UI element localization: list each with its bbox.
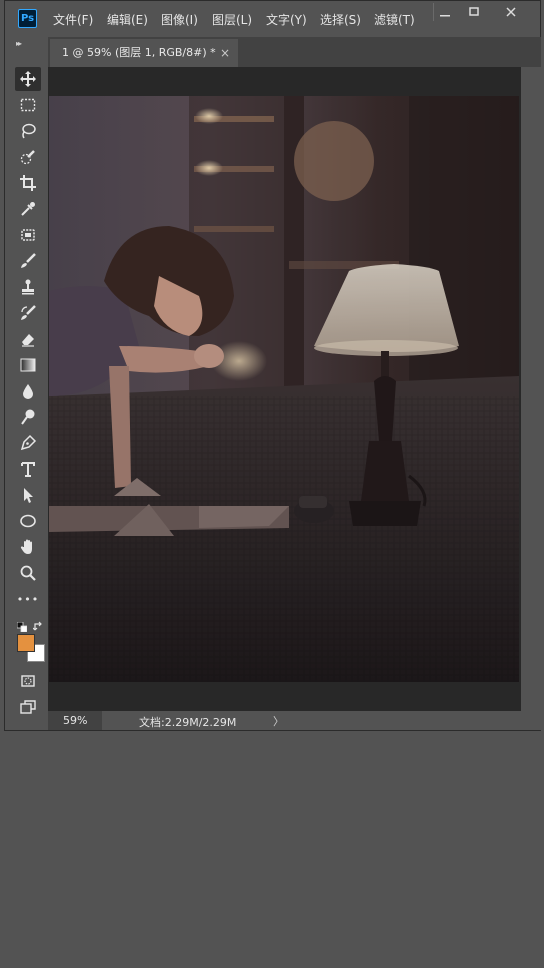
path-select-tool[interactable] <box>15 483 41 507</box>
status-menu-arrow[interactable]: 〉 <box>273 713 284 729</box>
vertical-scrollbar[interactable] <box>521 67 541 711</box>
history-brush-tool[interactable] <box>15 301 41 325</box>
history-brush-icon <box>21 305 36 320</box>
move-tool[interactable] <box>15 67 41 91</box>
gradient-tool[interactable] <box>15 353 41 377</box>
collapse-panel-button[interactable]: ▸▸ <box>16 39 22 48</box>
menu-select[interactable]: 选择(S) <box>320 11 361 28</box>
minimize-icon <box>440 15 450 17</box>
move-icon <box>20 71 36 87</box>
stamp-tool[interactable] <box>15 275 41 299</box>
quick-select-tool[interactable] <box>15 145 41 169</box>
dodge-icon <box>21 409 35 425</box>
pen-icon <box>20 434 37 451</box>
swap-colors-icon[interactable] <box>32 617 44 631</box>
tab-close-button[interactable]: × <box>220 39 230 67</box>
status-bar: 59% 文档:2.29M/2.29M 〉 <box>48 711 541 730</box>
photo-image <box>49 96 519 682</box>
eraser-tool[interactable] <box>15 327 41 351</box>
path-select-icon <box>24 488 33 503</box>
type-tool[interactable] <box>15 457 41 481</box>
menu-image[interactable]: 图像(I) <box>161 11 198 28</box>
zoom-level-field[interactable]: 59% <box>48 711 102 730</box>
tools-panel: ▸▸ ••• <box>9 37 47 729</box>
minimize-button[interactable] <box>431 4 459 20</box>
hand-tool[interactable] <box>15 535 41 559</box>
menu-layer[interactable]: 图层(L) <box>212 11 252 28</box>
restore-icon <box>469 7 479 16</box>
canvas-photo[interactable] <box>49 96 519 682</box>
pen-tool[interactable] <box>15 431 41 455</box>
marquee-tool[interactable] <box>15 93 41 117</box>
menu-filter[interactable]: 滤镜(T) <box>374 11 415 28</box>
quick-mask-button[interactable] <box>15 669 41 693</box>
menu-file[interactable]: 文件(F) <box>53 11 93 28</box>
brush-icon <box>21 253 36 268</box>
ps-logo: Ps <box>18 9 37 28</box>
eyedropper-tool[interactable] <box>15 197 41 221</box>
menu-edit[interactable]: 编辑(E) <box>107 11 148 28</box>
patch-icon <box>21 229 35 241</box>
default-colors-icon[interactable] <box>16 617 28 633</box>
stamp-icon <box>22 279 34 295</box>
document-size-info: 文档:2.29M/2.29M <box>139 716 237 729</box>
close-window-button[interactable] <box>497 4 525 20</box>
zoom-icon <box>20 565 36 581</box>
patch-tool[interactable] <box>15 223 41 247</box>
document-tab-title: 1 @ 59% (图层 1, RGB/8#) * <box>62 46 216 59</box>
hand-icon <box>20 539 32 554</box>
screen-mode-icon <box>20 700 36 714</box>
ellipse-tool[interactable] <box>15 509 41 533</box>
restore-button[interactable] <box>460 4 488 20</box>
quick-mask-icon <box>21 675 35 687</box>
blur-tool[interactable] <box>15 379 41 403</box>
eraser-icon <box>22 334 34 347</box>
type-icon <box>21 462 35 477</box>
lasso-icon <box>22 123 36 139</box>
marquee-icon <box>20 98 36 112</box>
ellipse-icon <box>20 514 36 528</box>
quick-select-icon <box>20 150 35 165</box>
crop-tool[interactable] <box>15 171 41 195</box>
close-icon <box>506 7 516 17</box>
screen-mode-button[interactable] <box>15 695 41 719</box>
document-tab[interactable]: 1 @ 59% (图层 1, RGB/8#) * × <box>50 39 238 67</box>
crop-icon <box>20 175 36 191</box>
menu-type[interactable]: 文字(Y) <box>266 11 307 28</box>
menu-bar: Ps 文件(F) 编辑(E) 图像(I) 图层(L) 文字(Y) 选择(S) 滤… <box>5 1 540 37</box>
zoom-tool[interactable] <box>15 561 41 585</box>
brush-tool[interactable] <box>15 249 41 273</box>
lasso-tool[interactable] <box>15 119 41 143</box>
document-tab-bar: 1 @ 59% (图层 1, RGB/8#) * × <box>48 37 541 67</box>
blur-icon <box>23 384 33 399</box>
dodge-tool[interactable] <box>15 405 41 429</box>
more-tools-button[interactable]: ••• <box>15 587 41 611</box>
foreground-color-swatch[interactable] <box>17 634 35 652</box>
gradient-icon <box>20 358 36 372</box>
eyedropper-icon <box>21 202 35 216</box>
